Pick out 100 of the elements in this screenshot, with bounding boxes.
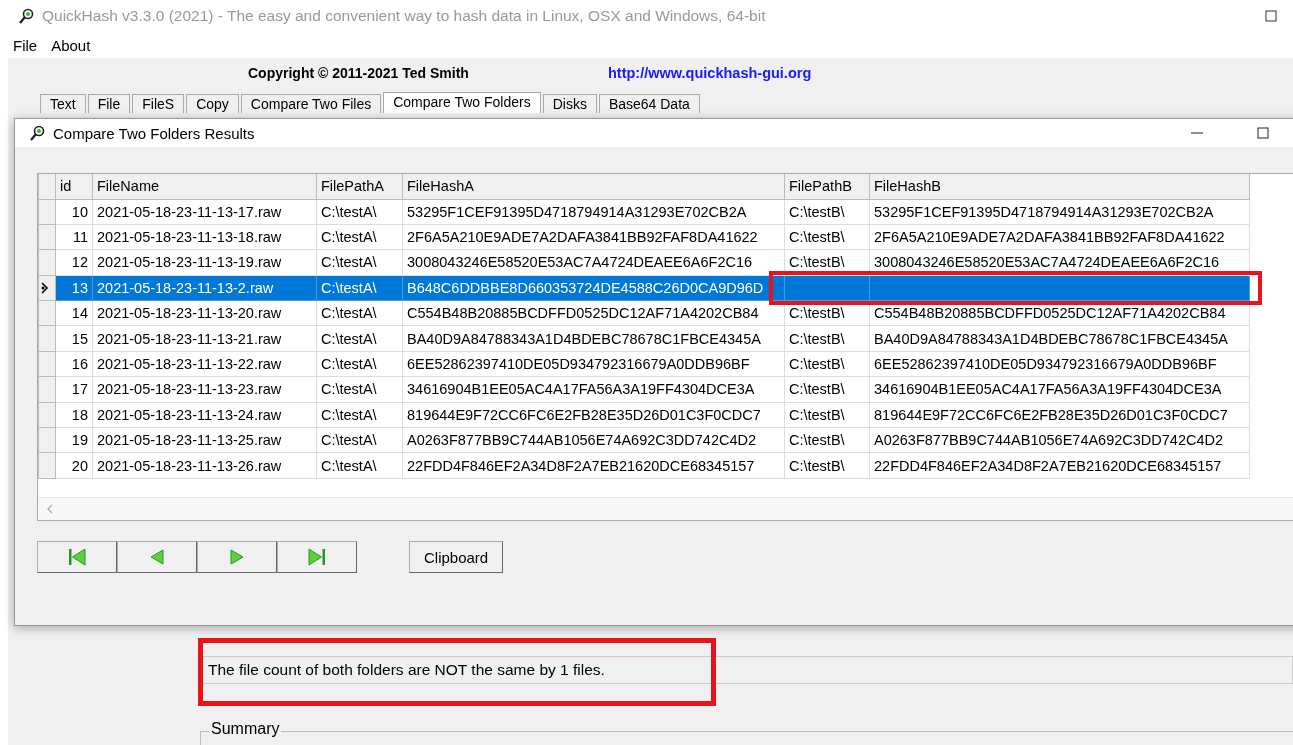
tab[interactable]: Text bbox=[40, 94, 86, 113]
table-cell: BA40D9A84788343A1D4BDEBC78678C1FBCE4345A bbox=[869, 325, 1250, 352]
tab[interactable]: Copy bbox=[186, 94, 239, 113]
table-cell: C:\testA\ bbox=[316, 351, 403, 377]
table-cell: 2021-05-18-23-11-13-22.raw bbox=[92, 351, 317, 377]
table-cell: 15 bbox=[55, 325, 93, 352]
table-cell: 53295F1CEF91395D4718794914A31293E702CB2A bbox=[402, 199, 785, 225]
dialog-title: Compare Two Folders Results bbox=[53, 124, 255, 142]
column-header[interactable]: FileHashA bbox=[402, 174, 785, 199]
status-field: The file count of both folders are NOT the same by 1 files. bbox=[200, 656, 1293, 684]
table-cell: 819644E9F72CC6FC6E2FB28E35D26D01C3F0CDC7 bbox=[402, 402, 785, 428]
row-indicator[interactable] bbox=[38, 275, 56, 301]
next-icon bbox=[228, 548, 246, 566]
table-cell: C:\testB\ bbox=[784, 376, 870, 403]
table-cell: 2021-05-18-23-11-13-23.raw bbox=[92, 376, 317, 403]
table-cell: C:\testA\ bbox=[316, 300, 403, 326]
table-cell: C:\testA\ bbox=[316, 402, 403, 428]
table-cell: 22FDD4F846EF2A34D8F2A7EB21620DCE68345157 bbox=[869, 452, 1250, 479]
group-label: Summary bbox=[209, 720, 282, 738]
previous-icon bbox=[148, 548, 166, 566]
next-button[interactable] bbox=[197, 541, 277, 573]
table-cell: 2021-05-18-23-11-13-20.raw bbox=[92, 300, 317, 326]
current-row-icon bbox=[41, 281, 49, 294]
table-cell: 16 bbox=[55, 351, 93, 377]
table-cell: C:\testB\ bbox=[784, 351, 870, 377]
website-link[interactable]: http://www.quickhash-gui.org bbox=[608, 65, 812, 81]
column-header[interactable]: FilePathB bbox=[784, 174, 870, 199]
table-cell: 19 bbox=[55, 427, 93, 453]
table-cell: B648C6DDBBE8D660353724DE4588C26D0CA9D96D bbox=[402, 275, 785, 301]
table-cell: C:\testB\ bbox=[784, 249, 870, 276]
table-cell: 10 bbox=[55, 199, 93, 225]
table-cell: 819644E9F72CC6FC6E2FB28E35D26D01C3F0CDC7 bbox=[869, 402, 1250, 428]
table-cell: 34616904B1EE05AC4A17FA56A3A19FF4304DCE3A bbox=[869, 376, 1250, 403]
table-cell: 2021-05-18-23-11-13-18.raw bbox=[92, 224, 317, 250]
menu-item[interactable]: File bbox=[13, 36, 38, 54]
table-cell: C:\testB\ bbox=[784, 402, 870, 428]
table-cell: C:\testB\ bbox=[784, 427, 870, 453]
table-cell: 2021-05-18-23-11-13-24.raw bbox=[92, 402, 317, 428]
column-header[interactable]: FilePathA bbox=[316, 174, 403, 199]
copyright-text: Copyright © 2011-2021 Ted Smith bbox=[248, 65, 470, 81]
table-cell: 34616904B1EE05AC4A17FA56A3A19FF4304DCE3A bbox=[402, 376, 785, 403]
scroll-left-icon bbox=[46, 504, 54, 514]
menu-item[interactable]: About bbox=[51, 36, 91, 54]
table-cell: 12 bbox=[55, 249, 93, 276]
table-cell: C:\testA\ bbox=[316, 376, 403, 403]
table-cell: 18 bbox=[55, 402, 93, 428]
magnifier-icon bbox=[18, 8, 34, 24]
table-cell: 17 bbox=[55, 376, 93, 403]
table-cell: C:\testA\ bbox=[316, 249, 403, 276]
table-cell: A0263F877BB9C744AB1056E74A692C3DD742C4D2 bbox=[869, 427, 1250, 453]
table-cell: 14 bbox=[55, 300, 93, 326]
table-cell: 2021-05-18-23-11-13-21.raw bbox=[92, 325, 317, 352]
tab[interactable]: FileS bbox=[132, 94, 185, 113]
maximize-icon bbox=[1265, 10, 1277, 22]
table-cell: C:\testA\ bbox=[316, 275, 403, 301]
column-header[interactable]: FileName bbox=[92, 174, 317, 199]
table-cell: C:\testB\ bbox=[784, 452, 870, 479]
table-cell: 2021-05-18-23-11-13-26.raw bbox=[92, 452, 317, 479]
table-cell: 3008043246E58520E53AC7A4724DEAEE6A6F2C16 bbox=[869, 249, 1250, 276]
window-title: QuickHash v3.3.0 (2021) - The easy and convenient way to hash data in Linux, OSX and Windows, 64-bit bbox=[42, 7, 766, 25]
tab[interactable]: File bbox=[87, 94, 131, 113]
previous-button[interactable] bbox=[117, 541, 197, 573]
table-cell: C:\testA\ bbox=[316, 452, 403, 479]
table-cell: 2021-05-18-23-11-13-17.raw bbox=[92, 199, 317, 225]
table-cell: 22FDD4F846EF2A34D8F2A7EB21620DCE68345157 bbox=[402, 452, 785, 479]
tab[interactable]: Compare Two Files bbox=[240, 94, 382, 113]
table-cell: 2F6A5A210E9ADE7A2DAFA3841BB92FAF8DA41622 bbox=[402, 224, 785, 250]
table-cell: 11 bbox=[55, 224, 93, 250]
table-cell: 2021-05-18-23-11-13-2.raw bbox=[92, 275, 317, 301]
tab[interactable]: Disks bbox=[542, 94, 597, 113]
first-button[interactable] bbox=[37, 541, 117, 573]
table-cell: A0263F877BB9C744AB1056E74A692C3DD742C4D2 bbox=[402, 427, 785, 453]
table-cell: C:\testA\ bbox=[316, 224, 403, 250]
table-cell: 2021-05-18-23-11-13-25.raw bbox=[92, 427, 317, 453]
table-cell: C:\testA\ bbox=[316, 325, 403, 352]
table-cell: C:\testA\ bbox=[316, 199, 403, 225]
table-cell: 2F6A5A210E9ADE7A2DAFA3841BB92FAF8DA41622 bbox=[869, 224, 1250, 250]
table-cell: C:\testA\ bbox=[316, 427, 403, 453]
table-cell: 53295F1CEF91395D4718794914A31293E702CB2A bbox=[869, 199, 1250, 225]
table-cell: C:\testB\ bbox=[784, 199, 870, 225]
table-cell: C:\testB\ bbox=[784, 224, 870, 250]
table-cell: C:\testB\ bbox=[784, 325, 870, 352]
tab[interactable]: Base64 Data bbox=[598, 94, 700, 113]
table-cell: 3008043246E58520E53AC7A4724DEAEE6A6F2C16 bbox=[402, 249, 785, 276]
horizontal-scrollbar[interactable] bbox=[38, 497, 1293, 520]
maximize-icon bbox=[1257, 127, 1269, 139]
clipboard-button[interactable]: Clipboard bbox=[409, 541, 504, 573]
table-cell: 6EE52862397410DE05D934792316679A0DDB96BF bbox=[402, 351, 785, 377]
table-cell: 6EE52862397410DE05D934792316679A0DDB96BF bbox=[869, 351, 1250, 377]
column-header[interactable]: FileHashB bbox=[869, 174, 1250, 199]
table-cell: 20 bbox=[55, 452, 93, 479]
last-record-icon bbox=[308, 548, 326, 566]
column-header[interactable]: id bbox=[55, 174, 93, 199]
table-cell: BA40D9A84788343A1D4BDEBC78678C1FBCE4345A bbox=[402, 325, 785, 352]
first-record-icon bbox=[68, 548, 86, 566]
magnifier-icon bbox=[29, 125, 45, 141]
header-corner-cell bbox=[38, 174, 56, 199]
tab[interactable]: Compare Two Folders bbox=[383, 92, 541, 113]
last-button[interactable] bbox=[277, 541, 357, 573]
table-cell: 2021-05-18-23-11-13-19.raw bbox=[92, 249, 317, 276]
